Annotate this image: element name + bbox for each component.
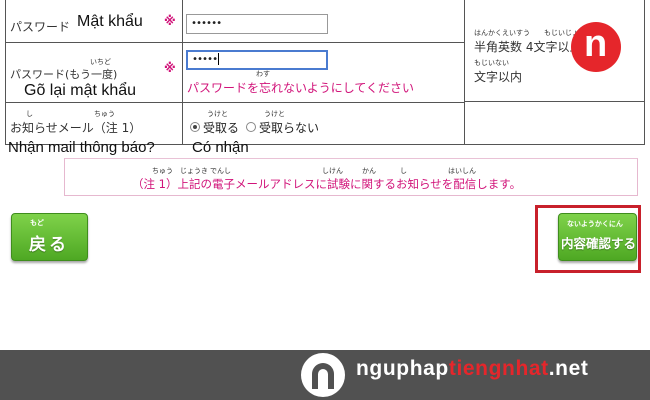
text-caret: [218, 53, 220, 65]
back-button-ruby: もど: [30, 219, 44, 227]
back-button-label: 戻る: [29, 235, 69, 255]
ruby-note-jouki: じょうき: [180, 167, 208, 175]
notify-label-jp: お知らせメール（注 1）: [10, 121, 142, 135]
ruby-note-haishin: はいしん: [448, 167, 476, 175]
ruby-ichido: いちど: [90, 58, 111, 66]
confirm-content-button[interactable]: ないようかくにん 内容確認する: [558, 213, 637, 261]
password-label-jp: パスワード: [10, 20, 71, 34]
ruby-mojiinai: もじいない: [474, 59, 509, 67]
notify-label-vi: Nhận mail thông báo?: [8, 139, 155, 156]
ruby-chu: ちゅう: [94, 110, 115, 118]
confirm-button-label: 内容確認する: [561, 236, 637, 251]
ruby-uketo-no: うけと: [264, 110, 285, 118]
ruby-note-shiken: しけん: [322, 167, 343, 175]
password-label-vi: Mật khẩu: [77, 13, 143, 30]
ruby-note-chu: ちゅう: [152, 167, 173, 175]
password-confirm-label-jp: パスワード(もう一度): [10, 68, 118, 81]
footer-site-part1: nguphap: [356, 357, 449, 380]
footer-logo-icon: [301, 353, 345, 397]
password-confirm-input[interactable]: •••••: [186, 50, 328, 70]
ruby-hankakueisu: はんかくえいすう: [474, 29, 530, 37]
password-input-value: ••••••: [191, 18, 222, 29]
radio-not-receive-label[interactable]: 受取らない: [259, 119, 319, 136]
password-required-mark: ※: [164, 14, 176, 28]
radio-not-receive[interactable]: [246, 122, 256, 132]
ruby-wasure: わす: [256, 70, 270, 78]
ruby-note-shi: し: [400, 167, 407, 175]
ruby-uketo-yes: うけと: [207, 110, 228, 118]
radio-receive-label[interactable]: 受取る: [203, 119, 239, 136]
password-confirm-required-mark: ※: [164, 61, 176, 75]
password-warning: パスワードを忘れないようにしてください: [187, 81, 415, 95]
footer-site-part3: .net: [548, 357, 589, 380]
confirm-button-ruby: ないようかくにん: [567, 220, 623, 228]
password-input[interactable]: ••••••: [186, 14, 328, 34]
ruby-note-denshi: でんし: [210, 167, 231, 175]
radio-receive-label-vi: Có nhận: [192, 139, 249, 156]
hint-line1: 半角英数 4文字以上: [474, 40, 582, 54]
back-button[interactable]: もど 戻る: [11, 213, 88, 261]
notify-empty-cell: [464, 101, 645, 145]
radio-receive[interactable]: [190, 122, 200, 132]
password-confirm-label-vi: Gõ lại mật khẩu: [24, 82, 137, 99]
watermark-logo-icon: n: [571, 22, 621, 72]
footer-site-name[interactable]: nguphaptiengnhat.net: [356, 357, 589, 381]
footer-site-part2: tiengnhat: [448, 357, 549, 380]
watermark-logo-letter: n: [584, 23, 608, 65]
ruby-note-kan: かん: [362, 167, 376, 175]
ruby-shi: し: [26, 110, 33, 118]
password-confirm-input-value: •••••: [192, 54, 218, 65]
hint-line2: 文字以内: [474, 70, 523, 84]
notice-text: （注 1）上記の電子メールアドレスに試験に関するお知らせを配信します。: [132, 177, 522, 191]
